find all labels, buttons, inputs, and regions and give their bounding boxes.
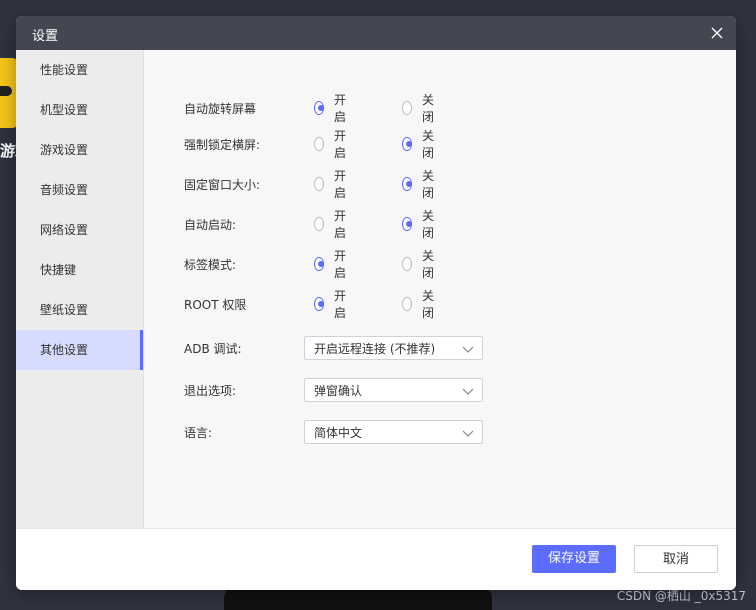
radio-dot[interactable] [314, 217, 324, 231]
select-value: 简体中文 [314, 425, 363, 440]
radio-label: 关闭 [422, 209, 435, 240]
setting-row-adb: ADB 调试: 开启远程连接 (不推荐) [184, 336, 504, 360]
chevron-down-icon [462, 388, 474, 395]
sidebar-item-label: 游戏设置 [40, 143, 89, 157]
select-value: 开启远程连接 (不推荐) [314, 341, 436, 356]
dialog-title: 设置 [32, 29, 59, 44]
radio-auto-start-on[interactable]: 开启 [314, 207, 350, 241]
settings-dialog: 设置 性能设置 机型设置 游戏设置 音频设置 网络设置 快捷键 壁纸设置 其他设… [16, 16, 736, 590]
setting-label: 标签模式: [184, 257, 237, 272]
background-app-text: 游戏 [0, 142, 16, 160]
cancel-button[interactable]: 取消 [634, 545, 718, 573]
radio-dot[interactable] [314, 101, 324, 115]
radio-root-on[interactable]: 开启 [314, 287, 350, 321]
close-icon[interactable] [706, 22, 728, 44]
radio-dot[interactable] [402, 137, 412, 151]
settings-sidebar: 性能设置 机型设置 游戏设置 音频设置 网络设置 快捷键 壁纸设置 其他设置 [16, 50, 144, 529]
radio-label: 开启 [334, 169, 347, 200]
radio-tab-mode-on[interactable]: 开启 [314, 247, 350, 281]
setting-row-fixed-window: 固定窗口大小: 开启 关闭 [184, 169, 434, 200]
radio-dot[interactable] [314, 257, 324, 271]
setting-label: 自动旋转屏幕 [184, 101, 257, 116]
radio-auto-rotate-on[interactable]: 开启 [314, 91, 350, 125]
radio-label: 关闭 [422, 289, 435, 320]
setting-row-lock-landscape: 强制锁定横屏: 开启 关闭 [184, 129, 434, 160]
select-value: 弹窗确认 [314, 383, 363, 398]
setting-label: ADB 调试: [184, 341, 242, 356]
setting-row-exit: 退出选项: 弹窗确认 [184, 378, 504, 402]
sidebar-item-label: 其他设置 [40, 343, 89, 357]
setting-label: 语言: [184, 425, 213, 440]
sidebar-item-other[interactable]: 其他设置 [16, 330, 143, 370]
setting-label: 强制锁定横屏: [184, 137, 261, 152]
sidebar-item-label: 快捷键 [40, 263, 77, 277]
radio-auto-start-off[interactable]: 关闭 [402, 207, 438, 241]
radio-dot[interactable] [402, 257, 412, 271]
radio-tab-mode-off[interactable]: 关闭 [402, 247, 438, 281]
sidebar-item-label: 音频设置 [40, 183, 89, 197]
sidebar-item-label: 网络设置 [40, 223, 89, 237]
sidebar-item-device-model[interactable]: 机型设置 [16, 90, 143, 130]
sidebar-item-game[interactable]: 游戏设置 [16, 130, 143, 170]
radio-dot[interactable] [314, 137, 324, 151]
sidebar-item-wallpaper[interactable]: 壁纸设置 [16, 290, 143, 330]
setting-label: ROOT 权限 [184, 297, 247, 312]
chevron-down-icon [462, 430, 474, 437]
sidebar-item-audio[interactable]: 音频设置 [16, 170, 143, 210]
radio-root-off[interactable]: 关闭 [402, 287, 438, 321]
radio-dot[interactable] [402, 217, 412, 231]
dialog-titlebar: 设置 [16, 16, 736, 50]
radio-fixed-window-off[interactable]: 关闭 [402, 167, 438, 201]
radio-label: 关闭 [422, 93, 435, 124]
radio-label: 开启 [334, 289, 347, 320]
setting-row-auto-rotate: 自动旋转屏幕 开启 关闭 [184, 93, 434, 124]
sidebar-item-network[interactable]: 网络设置 [16, 210, 143, 250]
setting-label: 固定窗口大小: [184, 177, 261, 192]
exit-option-select[interactable]: 弹窗确认 [304, 378, 483, 402]
radio-dot[interactable] [402, 297, 412, 311]
save-settings-button[interactable]: 保存设置 [532, 545, 616, 573]
radio-label: 关闭 [422, 249, 435, 280]
background-app-logo-eye [0, 86, 12, 96]
radio-label: 关闭 [422, 129, 435, 160]
setting-row-root: ROOT 权限 开启 关闭 [184, 289, 434, 320]
sidebar-item-label: 壁纸设置 [40, 303, 89, 317]
radio-fixed-window-on[interactable]: 开启 [314, 167, 350, 201]
adb-debug-select[interactable]: 开启远程连接 (不推荐) [304, 336, 483, 360]
setting-row-language: 语言: 简体中文 [184, 420, 504, 444]
radio-dot[interactable] [402, 101, 412, 115]
radio-dot[interactable] [314, 177, 324, 191]
radio-lock-landscape-on[interactable]: 开启 [314, 127, 350, 161]
background-banner [224, 588, 492, 610]
sidebar-item-shortcuts[interactable]: 快捷键 [16, 250, 143, 290]
radio-label: 关闭 [422, 169, 435, 200]
setting-label: 自动启动: [184, 217, 237, 232]
radio-dot[interactable] [402, 177, 412, 191]
settings-content: 自动旋转屏幕 开启 关闭 强制锁定横屏: 开启 关闭 固定窗口大小: 开启 关闭… [144, 50, 736, 529]
radio-dot[interactable] [314, 297, 324, 311]
chevron-down-icon [462, 346, 474, 353]
setting-label: 退出选项: [184, 383, 237, 398]
sidebar-item-label: 机型设置 [40, 103, 89, 117]
radio-auto-rotate-off[interactable]: 关闭 [402, 91, 438, 125]
dialog-footer: 保存设置 取消 [16, 528, 736, 590]
radio-label: 开启 [334, 93, 347, 124]
sidebar-item-performance[interactable]: 性能设置 [16, 50, 143, 90]
radio-lock-landscape-off[interactable]: 关闭 [402, 127, 438, 161]
setting-row-tab-mode: 标签模式: 开启 关闭 [184, 249, 434, 280]
radio-label: 开启 [334, 249, 347, 280]
radio-label: 开启 [334, 129, 347, 160]
sidebar-item-label: 性能设置 [40, 63, 89, 77]
language-select[interactable]: 简体中文 [304, 420, 483, 444]
setting-row-auto-start: 自动启动: 开启 关闭 [184, 209, 434, 240]
radio-label: 开启 [334, 209, 347, 240]
